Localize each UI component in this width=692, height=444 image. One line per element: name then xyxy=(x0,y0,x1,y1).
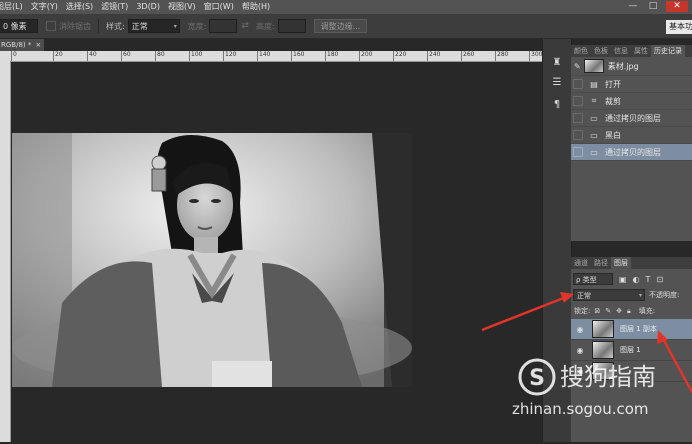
watermark-url: zhinan.sogou.com xyxy=(512,400,649,418)
watermark-brand: 搜狗指南 xyxy=(560,363,656,391)
logo-letter: S xyxy=(529,366,545,391)
annotation-arrow xyxy=(481,292,574,332)
sogou-watermark: S 搜狗指南 zhinan.sogou.com xyxy=(510,354,692,442)
sogou-logo: S 搜狗指南 zhinan.sogou.com xyxy=(512,358,656,418)
